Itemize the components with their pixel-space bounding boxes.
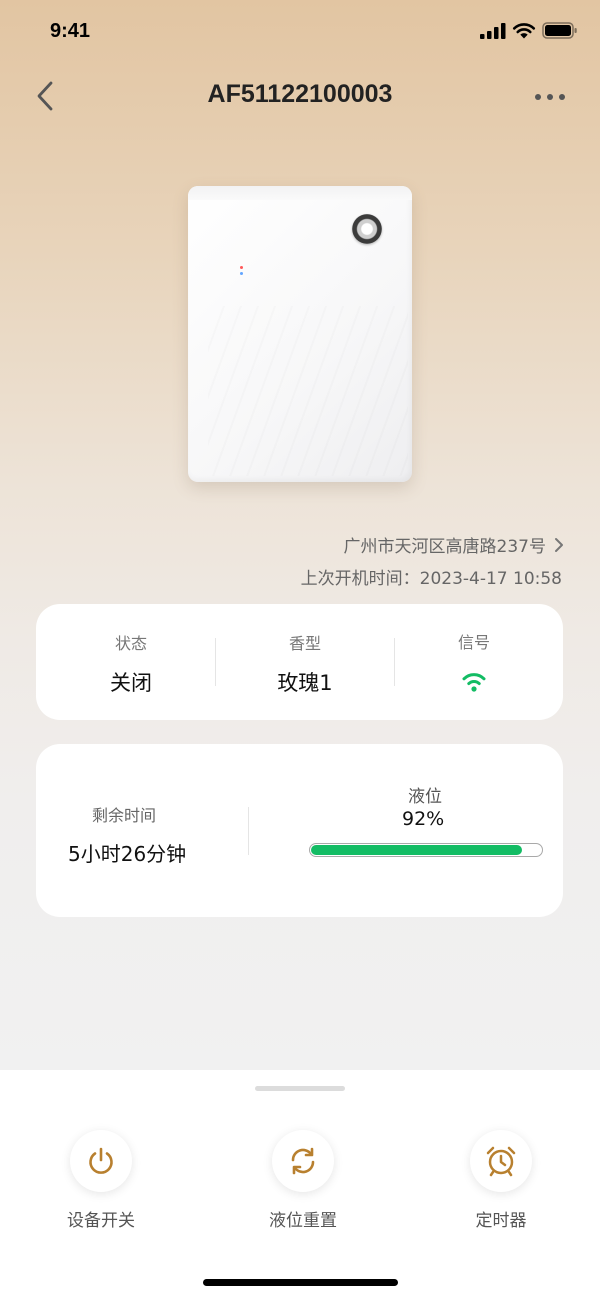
device-top: [188, 186, 412, 200]
liquid-level-label: 液位: [408, 787, 442, 807]
address-link[interactable]: 广州市天河区高唐路237号: [344, 532, 564, 557]
timer-button[interactable]: 定时器: [431, 1130, 571, 1231]
state-label: 状态: [114, 634, 147, 653]
sheet-handle[interactable]: [255, 1086, 345, 1091]
liquid-level-bar: [309, 843, 543, 857]
home-indicator[interactable]: [203, 1279, 398, 1286]
liquid-reset-button-label: 液位重置: [269, 1211, 337, 1231]
wifi-signal-icon: [462, 673, 486, 692]
wifi-icon: [512, 23, 536, 39]
scent-column: 香型 玫瑰1: [215, 604, 395, 720]
timer-button-label: 定时器: [475, 1211, 527, 1231]
status-icons: [480, 22, 578, 39]
divider: [248, 807, 249, 855]
refresh-icon: [291, 1147, 315, 1175]
liquid-level-value: 92%: [402, 808, 445, 830]
liquid-reset-button[interactable]: 液位重置: [233, 1130, 373, 1231]
timer-button-circle[interactable]: [470, 1130, 532, 1192]
device-led-red: [240, 266, 243, 269]
power-button-label: 设备开关: [67, 1211, 135, 1231]
remaining-time-value: 5小时26分钟: [68, 842, 187, 866]
cellular-signal-icon: [480, 22, 506, 39]
more-button[interactable]: [530, 86, 570, 108]
state-value: 关闭: [110, 671, 152, 695]
liquid-reset-button-circle[interactable]: [272, 1130, 334, 1192]
state-column: 状态 关闭: [36, 604, 226, 720]
remaining-time-label: 剩余时间: [92, 806, 157, 825]
device-led-blue: [240, 272, 243, 275]
signal-column: 信号: [394, 604, 554, 720]
device-image: [188, 186, 412, 482]
alarm-clock-icon: [486, 1146, 516, 1177]
more-dots-icon: [535, 94, 565, 100]
scent-value: 玫瑰1: [277, 671, 333, 695]
last-on-time: 上次开机时间：2023-4-17 10:58: [300, 569, 562, 589]
power-button-circle[interactable]: [70, 1130, 132, 1192]
status-time: 9:41: [50, 20, 91, 42]
chevron-right-icon: [555, 537, 563, 552]
status-card: 状态 关闭 香型 玫瑰1 信号: [36, 604, 563, 720]
address-text: 广州市天河区高唐路237号: [343, 537, 546, 557]
scent-label: 香型: [288, 634, 321, 653]
device-knob: [352, 214, 382, 244]
power-icon: [89, 1147, 113, 1174]
battery-icon: [542, 22, 577, 39]
liquid-level-fill: [311, 845, 523, 855]
page-title: AF51122100003: [207, 80, 393, 108]
bottom-sheet: 设备开关 液位重置 定时器: [0, 1070, 600, 1299]
liquid-card: 剩余时间 5小时26分钟 液位 92%: [36, 744, 563, 917]
power-button[interactable]: 设备开关: [31, 1130, 171, 1231]
signal-label: 信号: [457, 633, 490, 652]
device-texture: [208, 306, 408, 476]
